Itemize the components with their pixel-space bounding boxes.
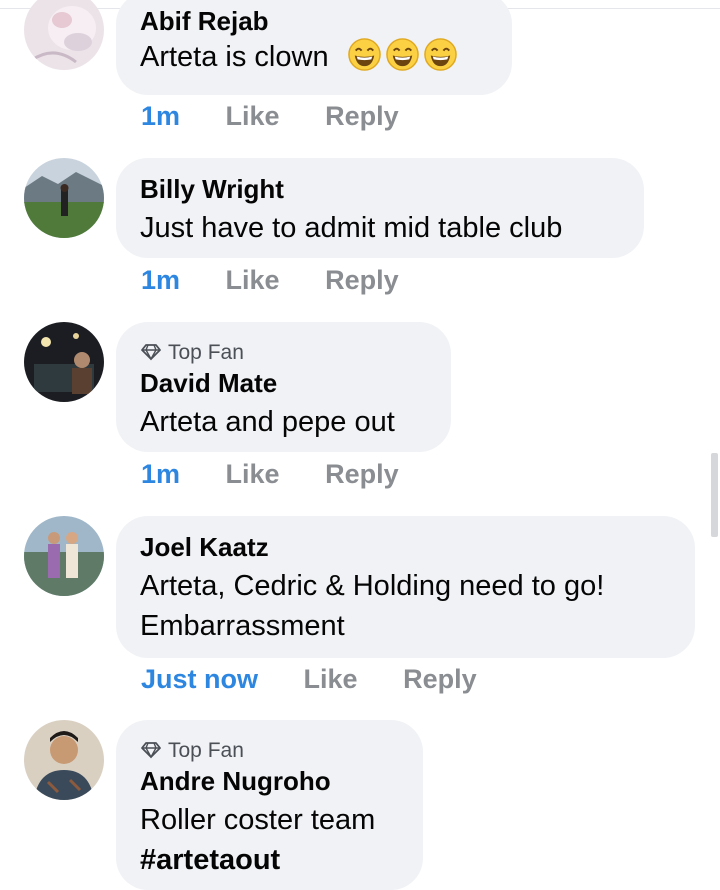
comment-actions: 1m Like Reply [141, 459, 399, 490]
avatar[interactable] [24, 720, 104, 800]
comment-text-line: Embarrassment [140, 610, 345, 642]
reply-button[interactable]: Reply [403, 664, 477, 694]
timestamp-link[interactable]: 1m [141, 459, 180, 489]
diamond-icon [141, 344, 161, 361]
comment-actions: 1m Like Reply [141, 101, 399, 132]
comment-text: Arteta and pepe out [140, 406, 395, 438]
commenter-name[interactable]: Andre Nugroho [140, 766, 331, 797]
like-button[interactable]: Like [226, 101, 280, 131]
comment-text-line: Roller coster team [140, 804, 376, 836]
like-button[interactable]: Like [226, 265, 280, 295]
grinning-face-emoji [385, 38, 419, 71]
avatar[interactable] [24, 516, 104, 596]
commenter-name[interactable]: Billy Wright [140, 174, 284, 205]
commenter-name[interactable]: Joel Kaatz [140, 532, 269, 563]
comment-bubble: Billy Wright Just have to admit mid tabl… [116, 158, 644, 258]
commenter-name[interactable]: David Mate [140, 368, 277, 399]
reply-button[interactable]: Reply [325, 459, 399, 489]
like-button[interactable]: Like [304, 664, 358, 694]
top-fan-label: Top Fan [168, 739, 244, 762]
reply-button[interactable]: Reply [325, 101, 399, 131]
avatar[interactable] [24, 322, 104, 402]
top-fan-badge: Top Fan [140, 739, 244, 763]
comment-text-body: Arteta is clown [140, 41, 329, 73]
avatar[interactable] [24, 0, 104, 70]
commenter-name[interactable]: Abif Rejab [140, 6, 269, 37]
comment-bubble: Abif Rejab Arteta is clown [116, 0, 512, 95]
comment-actions: Just now Like Reply [141, 664, 477, 695]
diamond-icon [141, 742, 161, 759]
timestamp-link[interactable]: 1m [141, 265, 180, 295]
timestamp-link[interactable]: 1m [141, 101, 180, 131]
comment-text-line: Arteta, Cedric & Holding need to go! [140, 570, 605, 602]
hashtag-link[interactable]: #artetaout [140, 840, 280, 880]
comment-bubble: Joel Kaatz Arteta, Cedric & Holding need… [116, 516, 695, 658]
top-fan-label: Top Fan [168, 341, 244, 364]
scrollbar[interactable] [711, 453, 718, 537]
timestamp-link[interactable]: Just now [141, 664, 258, 694]
comment-text: Just have to admit mid table club [140, 212, 563, 244]
avatar[interactable] [24, 158, 104, 238]
grinning-face-emoji [347, 38, 381, 71]
top-fan-badge: Top Fan [140, 341, 244, 365]
comment-bubble: Top Fan Andre Nugroho Roller coster team… [116, 720, 423, 890]
grinning-face-emoji [423, 38, 457, 71]
comment-bubble: Top Fan David Mate Arteta and pepe out [116, 322, 451, 452]
comment-text: Arteta is clown [140, 37, 458, 77]
reply-button[interactable]: Reply [325, 265, 399, 295]
comment-actions: 1m Like Reply [141, 265, 399, 296]
like-button[interactable]: Like [226, 459, 280, 489]
